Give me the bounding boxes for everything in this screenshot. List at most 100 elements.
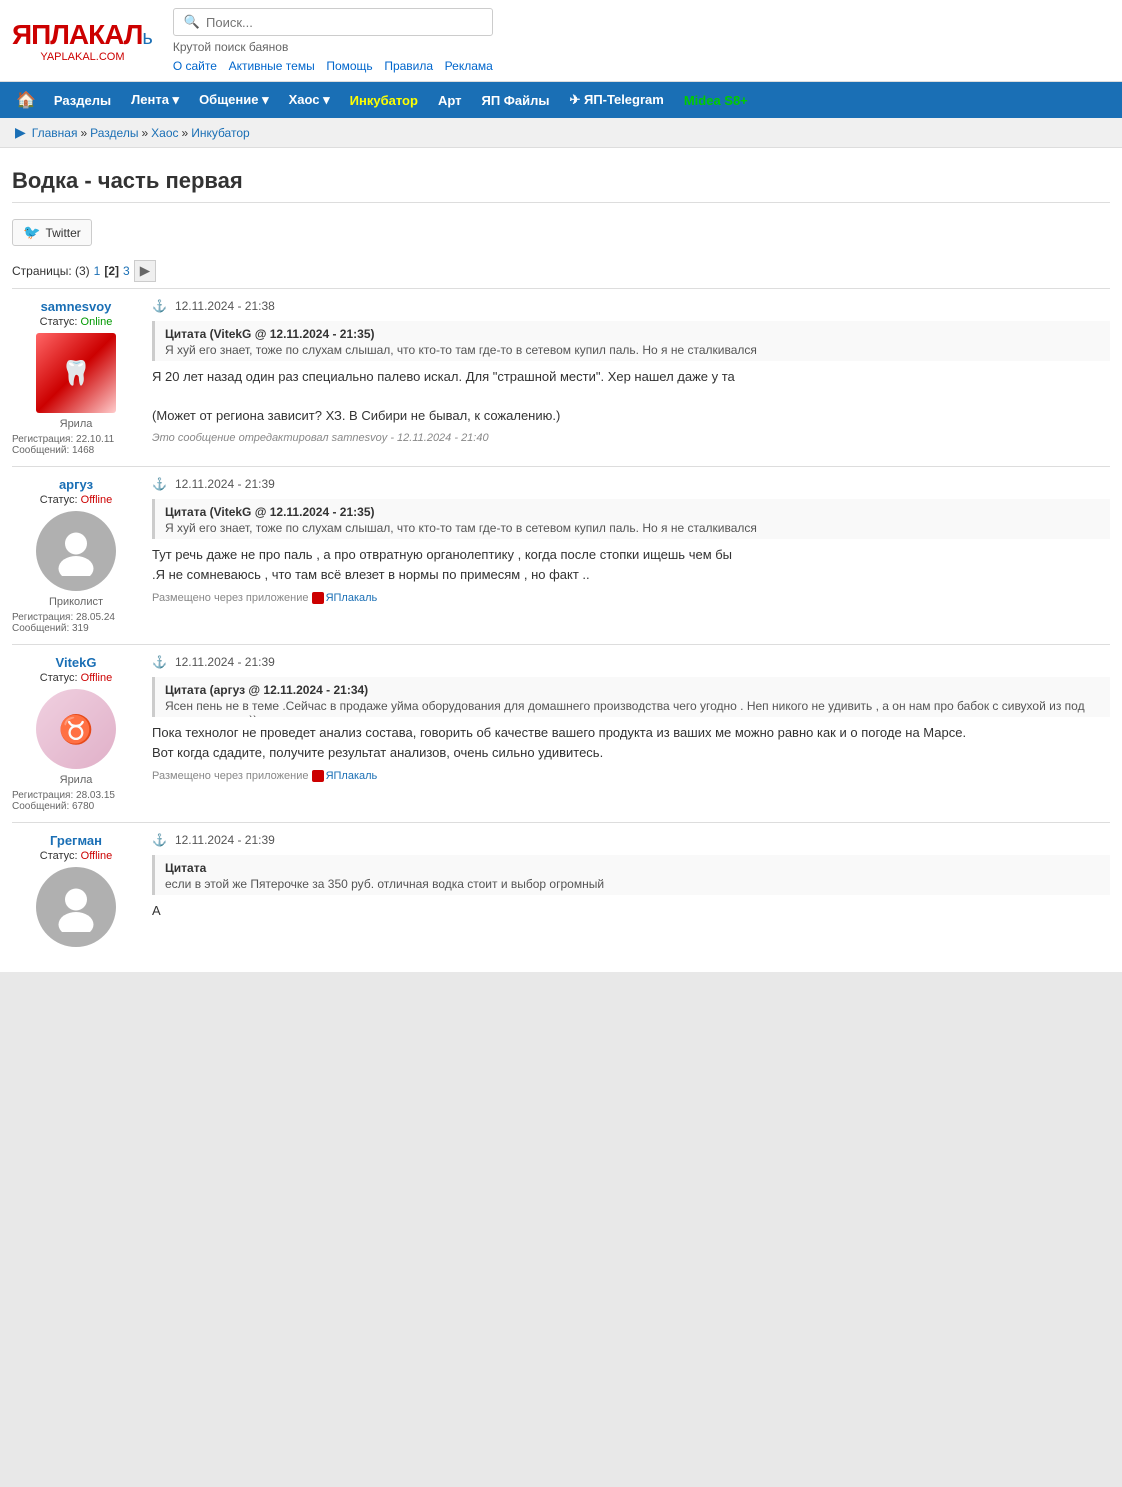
breadcrumb-incubator[interactable]: Инкубатор <box>191 126 250 140</box>
post-1-status-val: Online <box>81 316 113 328</box>
post-2-status: Статус: Offline <box>12 494 140 506</box>
link-about[interactable]: О сайте <box>173 59 217 73</box>
header-right: 🔍 Крутой поиск баянов О сайте Активные т… <box>173 8 501 73</box>
post-3-left: VitekG Статус: Offline ♉ Ярила Регистрац… <box>12 655 152 812</box>
content-area: Водка - часть первая 🐦 Twitter Страницы:… <box>0 148 1122 972</box>
post-3-role: Ярила <box>12 774 140 786</box>
app-link-3[interactable]: ЯПлакаль <box>326 770 378 782</box>
twitter-label: Twitter <box>45 226 80 240</box>
nav-obsh[interactable]: Общение ▾ <box>189 82 279 118</box>
post-1-quote-title: Цитата (VitekG @ 12.11.2024 - 21:35) <box>165 327 1100 341</box>
post-1-date: 12.11.2024 - 21:38 <box>175 299 275 313</box>
post-1-meta: Регистрация: 22.10.11Сообщений: 1468 <box>12 434 140 456</box>
post-4-right: ⚓ 12.11.2024 - 21:39 Цитата если в этой … <box>152 833 1110 952</box>
post-3-status: Статус: Offline <box>12 672 140 684</box>
post-1: samnesvoy Статус: Online 🦷 Ярила Регистр… <box>12 288 1110 466</box>
post-2-text: Тут речь даже не про паль , а про отврат… <box>152 545 1110 584</box>
post-2: аргуз Статус: Offline Приколист Регистра… <box>12 466 1110 644</box>
nav-razd[interactable]: Разделы <box>44 83 121 118</box>
page-1-link[interactable]: 1 <box>94 264 101 278</box>
avatar-icon-4 <box>51 882 101 932</box>
breadcrumb-razd[interactable]: Разделы <box>90 126 138 140</box>
post-4-username[interactable]: Грегман <box>12 833 140 848</box>
post-3-footer: Размещено через приложение ЯПлакаль <box>152 770 1110 782</box>
link-rules[interactable]: Правила <box>384 59 433 73</box>
post-3-avatar: ♉ <box>36 689 116 769</box>
breadcrumb-home[interactable]: Главная <box>32 126 78 140</box>
logo-drop: ь <box>142 27 152 49</box>
post-1-anchor-icon: ⚓ <box>152 299 167 313</box>
avatar-icon <box>51 526 101 576</box>
link-help[interactable]: Помощь <box>326 59 372 73</box>
nav-midea[interactable]: Midea S8+ <box>674 83 758 118</box>
post-1-header: ⚓ 12.11.2024 - 21:38 <box>152 299 1110 313</box>
app-logo-3 <box>312 770 324 782</box>
post-3-date: 12.11.2024 - 21:39 <box>175 655 275 669</box>
post-4-text: А <box>152 901 1110 921</box>
post-4-left: Грегман Статус: Offline <box>12 833 152 952</box>
nav-telegram[interactable]: ✈ ЯП-Telegram <box>559 82 673 118</box>
post-3-anchor-icon: ⚓ <box>152 655 167 669</box>
post-2-quote-title: Цитата (VitekG @ 12.11.2024 - 21:35) <box>165 505 1100 519</box>
nav-files[interactable]: ЯП Файлы <box>471 83 559 118</box>
post-3-username[interactable]: VitekG <box>12 655 140 670</box>
home-icon[interactable]: 🏠 <box>8 82 44 118</box>
post-4-status: Статус: Offline <box>12 850 140 862</box>
post-2-footer: Размещено через приложение ЯПлакаль <box>152 592 1110 604</box>
post-1-edit: Это сообщение отредактировал samnesvoy -… <box>152 432 1110 444</box>
post-3-header: ⚓ 12.11.2024 - 21:39 <box>152 655 1110 669</box>
post-3-right: ⚓ 12.11.2024 - 21:39 Цитата (аргуз @ 12.… <box>152 655 1110 812</box>
post-3: VitekG Статус: Offline ♉ Ярила Регистрац… <box>12 644 1110 822</box>
app-link-2[interactable]: ЯПлакаль <box>326 592 378 604</box>
post-2-date: 12.11.2024 - 21:39 <box>175 477 275 491</box>
post-2-role: Приколист <box>12 596 140 608</box>
page-3-link[interactable]: 3 <box>123 264 130 278</box>
post-2-avatar <box>36 511 116 591</box>
post-1-text: Я 20 лет назад один раз специально палев… <box>152 367 1110 426</box>
post-4-date: 12.11.2024 - 21:39 <box>175 833 275 847</box>
post-1-right: ⚓ 12.11.2024 - 21:38 Цитата (VitekG @ 12… <box>152 299 1110 456</box>
tagline: Крутой поиск баянов <box>173 40 501 54</box>
logo-sub: YAPLAKAL.COM <box>12 51 153 63</box>
nav-lenta[interactable]: Лента ▾ <box>121 82 189 118</box>
post-4-quote-title: Цитата <box>165 861 1100 875</box>
nav-links: О сайте Активные темы Помощь Правила Рек… <box>173 58 501 73</box>
post-3-quote-text: Ясен пень не в теме .Сейчас в продаже уй… <box>165 699 1100 717</box>
post-2-username[interactable]: аргуз <box>12 477 140 492</box>
app-logo-2 <box>312 592 324 604</box>
twitter-button[interactable]: 🐦 Twitter <box>12 219 92 246</box>
link-ads[interactable]: Реклама <box>445 59 493 73</box>
twitter-icon: 🐦 <box>23 224 40 241</box>
post-1-username[interactable]: samnesvoy <box>12 299 140 314</box>
search-input[interactable] <box>206 15 482 30</box>
post-2-left: аргуз Статус: Offline Приколист Регистра… <box>12 477 152 634</box>
post-2-meta: Регистрация: 28.05.24Сообщений: 319 <box>12 612 140 634</box>
breadcrumb-haos[interactable]: Хаос <box>151 126 178 140</box>
post-2-anchor-icon: ⚓ <box>152 477 167 491</box>
pagination-next[interactable]: ▶ <box>134 260 156 282</box>
breadcrumb: ▶ Главная » Разделы » Хаос » Инкубатор <box>0 118 1122 148</box>
logo-area: ЯПЛАКАЛь YAPLAKAL.COM <box>12 19 153 63</box>
site-header: ЯПЛАКАЛь YAPLAKAL.COM 🔍 Крутой поиск бая… <box>0 0 1122 82</box>
post-2-quote-text: Я хуй его знает, тоже по слухам слышал, … <box>165 521 1100 535</box>
post-4-avatar <box>36 867 116 947</box>
nav-incubator[interactable]: Инкубатор <box>340 83 428 118</box>
post-1-role: Ярила <box>12 418 140 430</box>
post-4: Грегман Статус: Offline ⚓ 12.11.2024 - 2… <box>12 822 1110 962</box>
breadcrumb-arrow: ▶ <box>15 124 26 141</box>
page-title: Водка - часть первая <box>12 158 1110 203</box>
link-active[interactable]: Активные темы <box>229 59 315 73</box>
post-1-quote-text: Я хуй его знает, тоже по слухам слышал, … <box>165 343 1100 357</box>
pages-label: Страницы: (3) <box>12 264 90 278</box>
post-3-quote-title: Цитата (аргуз @ 12.11.2024 - 21:34) <box>165 683 1100 697</box>
nav-haos[interactable]: Хаос ▾ <box>279 82 340 118</box>
post-1-quote: Цитата (VitekG @ 12.11.2024 - 21:35) Я х… <box>152 321 1110 361</box>
search-box[interactable]: 🔍 <box>173 8 493 36</box>
nav-art[interactable]: Арт <box>428 83 472 118</box>
post-2-right: ⚓ 12.11.2024 - 21:39 Цитата (VitekG @ 12… <box>152 477 1110 634</box>
page-2-current: [2] <box>104 264 119 278</box>
logo-text: ЯПЛАКАЛ <box>12 19 142 50</box>
post-3-meta: Регистрация: 28.03.15Сообщений: 6780 <box>12 790 140 812</box>
post-2-header: ⚓ 12.11.2024 - 21:39 <box>152 477 1110 491</box>
post-1-left: samnesvoy Статус: Online 🦷 Ярила Регистр… <box>12 299 152 456</box>
